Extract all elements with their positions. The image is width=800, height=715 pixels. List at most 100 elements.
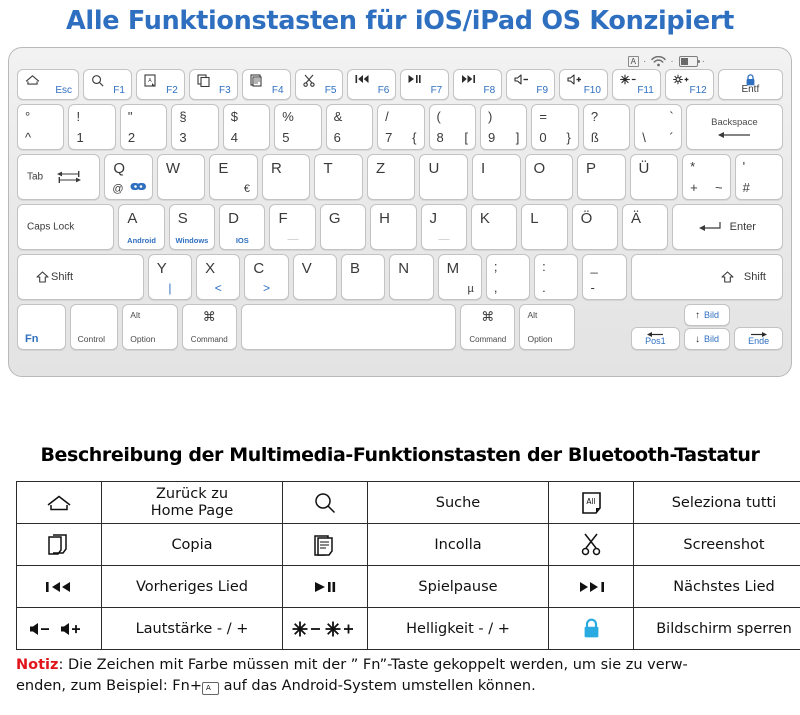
key-6[interactable]: & 6 <box>325 104 374 150</box>
key-enter[interactable]: Enter <box>672 204 783 250</box>
key-f2[interactable]: A F2 <box>135 69 185 100</box>
key-2[interactable]: " 2 <box>119 104 168 150</box>
key-shift-left[interactable]: Shift <box>17 254 144 300</box>
key-0[interactable]: = 0} <box>531 104 579 150</box>
key-arrow-right-ende[interactable]: Ende <box>734 327 783 350</box>
key-esc[interactable]: Esc <box>17 69 80 100</box>
key-ouml[interactable]: Ö <box>571 204 618 250</box>
key-1[interactable]: ! 1 <box>68 104 116 150</box>
key-g[interactable]: G <box>319 204 367 250</box>
svg-text:All: All <box>586 497 595 506</box>
key-tab-label: Tab <box>27 171 44 183</box>
key-f12[interactable]: F12 <box>664 69 714 100</box>
key-backslash[interactable]: ` \ ´ <box>634 104 682 150</box>
keyboard-row-bottom: Fn Control Alt Option ⌘ Command ⌘ Comman… <box>17 304 783 350</box>
key-d[interactable]: D IOS <box>219 204 266 250</box>
key-f8[interactable]: F8 <box>453 69 503 100</box>
key-r[interactable]: R <box>261 154 311 200</box>
key-q[interactable]: Q @ <box>104 154 153 200</box>
indicator-dot: · <box>701 55 705 67</box>
keyboard-row-numbers: ° ^ ! 1 " 2 § 3 $4 % 5 & 6 /7{ (8[ ) 9] = 0} ? ß … <box>17 104 784 150</box>
key-s[interactable]: S Windows <box>168 204 216 250</box>
key-o[interactable]: O <box>524 154 574 200</box>
key-backspace[interactable]: Backspace <box>685 104 784 150</box>
bluetooth-wifi-icon: · <box>651 56 674 67</box>
key-caps-lock[interactable]: Caps Lock <box>17 204 115 250</box>
key-f3[interactable]: F3 <box>188 69 238 100</box>
key-letter: M <box>446 260 460 277</box>
key-f7[interactable]: F7 <box>400 69 450 100</box>
key-letter: Y <box>156 260 167 277</box>
key-alt-option-left[interactable]: Alt Option <box>122 304 178 350</box>
key-alt-option-right[interactable]: Alt Option <box>519 304 575 350</box>
key-space[interactable] <box>240 304 457 350</box>
key-h[interactable]: H <box>370 204 417 250</box>
key-5[interactable]: % 5 <box>274 104 322 150</box>
key-k[interactable]: K <box>470 204 518 250</box>
key-8[interactable]: (8 [ <box>428 104 476 150</box>
key-f4[interactable]: F4 <box>241 69 291 100</box>
key-x[interactable]: X < <box>196 254 241 300</box>
key-9[interactable]: ) 9] <box>479 104 528 150</box>
key-b[interactable]: B <box>340 254 386 300</box>
key-4[interactable]: $4 <box>222 104 271 150</box>
key-arrow-down-bild[interactable]: ↓ Bild <box>683 328 731 350</box>
key-i[interactable]: I <box>472 154 521 200</box>
key-entf[interactable]: Entf <box>717 69 783 100</box>
key-circumflex[interactable]: ° ^ <box>17 104 65 150</box>
key-f[interactable]: F <box>269 204 316 250</box>
key-f11[interactable]: F11 <box>611 69 661 100</box>
key-minus[interactable]: _ - <box>582 254 627 300</box>
key-bottom-legend: 4 <box>230 130 238 145</box>
key-bottom-legend: 2 <box>127 130 136 145</box>
key-arrow-left-pos1[interactable]: Pos1 <box>631 327 680 350</box>
key-u[interactable]: U <box>419 154 468 200</box>
key-command-left[interactable]: ⌘ Command <box>181 304 237 350</box>
key-7[interactable]: / 7 { <box>377 104 425 150</box>
key-v[interactable]: V <box>292 254 337 300</box>
key-blue-legend: > <box>263 281 271 295</box>
key-tab[interactable]: Tab <box>17 154 101 200</box>
key-f5[interactable]: F5 <box>294 69 344 100</box>
key-c[interactable]: C > <box>244 254 289 300</box>
inline-key-a-label: A <box>206 684 211 692</box>
key-z[interactable]: Z <box>366 154 416 200</box>
key-uuml[interactable]: Ü <box>629 154 679 200</box>
key-w[interactable]: W <box>156 154 206 200</box>
key-n[interactable]: N <box>389 254 434 300</box>
key-letter: A <box>127 210 138 227</box>
multimedia-function-table: Zurück zu Home Page Suche All Seleziona … <box>16 481 800 650</box>
key-e[interactable]: E € <box>209 154 258 200</box>
key-m[interactable]: Mµ <box>437 254 482 300</box>
key-alt-label: Alt <box>130 310 141 320</box>
key-arrow-up-bild[interactable]: ↑ Bild <box>683 304 731 326</box>
key-auml[interactable]: Ä <box>621 204 669 250</box>
key-eszett[interactable]: ? ß <box>582 104 631 150</box>
key-command-right[interactable]: ⌘ Command <box>460 304 516 350</box>
key-bild-down-content: ↓ Bild <box>685 329 730 349</box>
key-f6[interactable]: F6 <box>347 69 397 100</box>
key-3[interactable]: § 3 <box>171 104 219 150</box>
key-comma[interactable]: ;, <box>485 254 531 300</box>
key-y[interactable]: Y | <box>147 254 193 300</box>
key-top-legend: ° <box>25 109 31 124</box>
key-fn[interactable]: Fn <box>17 304 66 350</box>
key-hash[interactable]: ' # <box>734 154 784 200</box>
key-t[interactable]: T <box>314 154 363 200</box>
key-f9[interactable]: F9 <box>506 69 556 100</box>
key-f10[interactable]: F10 <box>559 69 608 100</box>
search-icon <box>91 74 104 87</box>
next-track-icon <box>548 565 634 608</box>
key-shift-right[interactable]: Shift <box>630 254 783 300</box>
key-j[interactable]: J <box>420 204 467 250</box>
key-plus[interactable]: * + ~ <box>682 154 731 200</box>
key-backspace-label: Backspace <box>711 117 758 128</box>
key-f9-label: F9 <box>536 85 549 96</box>
key-a[interactable]: A Android <box>118 204 165 250</box>
key-period[interactable]: :. <box>534 254 579 300</box>
key-bottom-legend: # <box>742 180 750 195</box>
key-p[interactable]: P <box>577 154 626 200</box>
key-control[interactable]: Control <box>69 304 119 350</box>
key-f1[interactable]: F1 <box>83 69 132 100</box>
key-l[interactable]: L <box>521 204 568 250</box>
